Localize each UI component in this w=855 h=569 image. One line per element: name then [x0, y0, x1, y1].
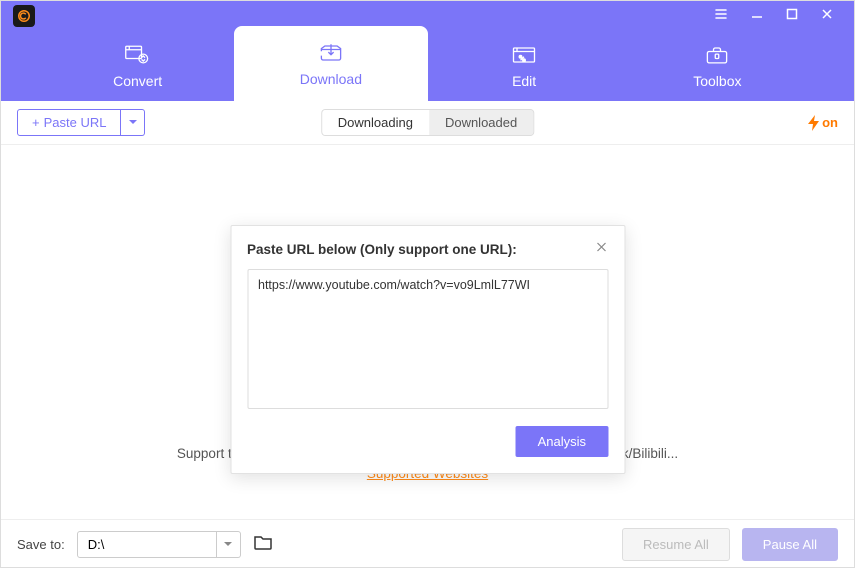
tab-download[interactable]: Download	[234, 26, 427, 101]
open-folder-button[interactable]	[253, 534, 273, 555]
dialog-title: Paste URL below (Only support one URL):	[247, 242, 517, 257]
save-path-select[interactable]: D:\	[77, 531, 217, 558]
analysis-button[interactable]: Analysis	[516, 426, 608, 457]
segment-downloaded[interactable]: Downloaded	[429, 110, 533, 135]
quick-mode-badge[interactable]: on	[808, 115, 838, 131]
tab-toolbox-label: Toolbox	[693, 73, 741, 89]
tab-convert[interactable]: Convert	[41, 31, 234, 101]
quick-badge-text: on	[822, 115, 838, 130]
tab-convert-label: Convert	[113, 73, 162, 89]
dialog-close-button[interactable]	[594, 240, 608, 259]
plus-icon: +	[32, 115, 40, 130]
pause-all-button[interactable]: Pause All	[742, 528, 838, 561]
menu-icon[interactable]	[714, 7, 728, 26]
paste-url-dialog: Paste URL below (Only support one URL): …	[230, 225, 625, 474]
save-to-label: Save to:	[17, 537, 65, 552]
close-icon[interactable]	[820, 7, 834, 26]
paste-url-label: Paste URL	[44, 115, 107, 130]
app-logo	[13, 5, 35, 27]
tab-edit[interactable]: Edit	[428, 31, 621, 101]
minimize-icon[interactable]	[750, 7, 764, 26]
paste-url-button[interactable]: + Paste URL	[17, 109, 121, 136]
tab-edit-label: Edit	[512, 73, 536, 89]
segment-downloading[interactable]: Downloading	[322, 110, 429, 135]
url-input[interactable]	[247, 269, 608, 409]
maximize-icon[interactable]	[786, 7, 798, 25]
tab-download-label: Download	[300, 71, 362, 87]
paste-url-dropdown[interactable]	[121, 109, 145, 136]
tab-toolbox[interactable]: Toolbox	[621, 31, 814, 101]
resume-all-button[interactable]: Resume All	[622, 528, 730, 561]
save-path-dropdown[interactable]	[217, 531, 241, 558]
